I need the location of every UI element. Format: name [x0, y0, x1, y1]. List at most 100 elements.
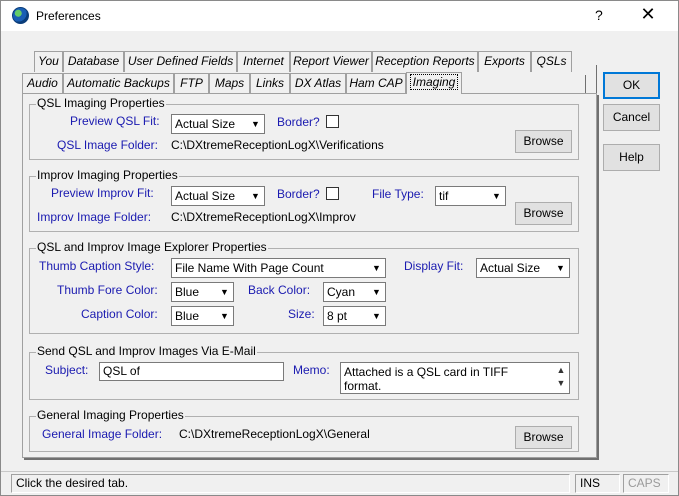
tab-automatic-backups[interactable]: Automatic Backups — [63, 73, 174, 94]
tab-imaging[interactable]: Imaging — [406, 72, 462, 94]
thumb-fore-color-select[interactable]: Blue ▼ — [171, 282, 234, 302]
preview-qsl-fit-select[interactable]: Actual Size ▼ — [171, 114, 265, 134]
chevron-down-icon: ▼ — [369, 260, 384, 276]
chevron-down-icon: ▼ — [553, 260, 568, 276]
tab-database[interactable]: Database — [63, 51, 124, 72]
general-browse-button[interactable]: Browse — [515, 426, 572, 449]
tab-report-viewer[interactable]: Report Viewer — [290, 51, 372, 72]
tab-you[interactable]: You — [34, 51, 63, 72]
qsl-border-checkbox[interactable] — [326, 115, 339, 128]
select-value: tif — [439, 189, 449, 203]
tab-qsls[interactable]: QSLs — [531, 51, 572, 72]
tab-label: Imaging — [409, 74, 459, 90]
improv-image-folder-path: C:\DXtremeReceptionLogX\Improv — [171, 210, 356, 224]
chevron-down-icon: ▼ — [369, 308, 384, 324]
chevron-down-icon: ▼ — [248, 116, 263, 132]
preview-improv-fit-label: Preview Improv Fit: — [51, 186, 154, 200]
subject-input[interactable]: QSL of — [99, 362, 284, 381]
globe-icon — [12, 7, 29, 24]
file-type-label: File Type: — [372, 187, 424, 201]
chevron-up-icon[interactable]: ▲ — [554, 364, 568, 377]
subject-label: Subject: — [45, 363, 89, 377]
select-value: Actual Size — [175, 117, 236, 131]
group-title: Improv Imaging Properties — [36, 168, 179, 182]
tab-label: FTP — [180, 76, 203, 90]
size-label: Size: — [288, 307, 315, 321]
tab-maps[interactable]: Maps — [209, 73, 250, 94]
tab-label: Reception Reports — [375, 54, 475, 68]
size-select[interactable]: 8 pt ▼ — [323, 306, 386, 326]
tab-label: User Defined Fields — [127, 54, 234, 68]
select-value: Blue — [175, 285, 200, 299]
tab-label: Maps — [214, 76, 245, 90]
tab-reception-reports[interactable]: Reception Reports — [372, 51, 478, 72]
window-title: Preferences — [36, 9, 101, 23]
qsl-browse-button[interactable]: Browse — [515, 130, 572, 153]
back-color-select[interactable]: Cyan ▼ — [323, 282, 386, 302]
select-value: Cyan — [327, 285, 356, 299]
caption-color-label: Caption Color: — [81, 307, 158, 321]
tab-label: QSLs — [536, 54, 567, 68]
select-value: Blue — [175, 309, 200, 323]
memo-text: Attached is a QSL card in TIFF format. — [344, 365, 509, 393]
chevron-down-icon: ▼ — [489, 188, 504, 204]
thumb-caption-style-label: Thumb Caption Style: — [39, 259, 155, 273]
improv-browse-button[interactable]: Browse — [515, 202, 572, 225]
group-title: General Imaging Properties — [36, 408, 185, 422]
tab-links[interactable]: Links — [250, 73, 290, 94]
preferences-window: Preferences ? ✕ You Database User Define… — [0, 0, 679, 496]
thumb-fore-color-label: Thumb Fore Color: — [57, 283, 158, 297]
group-title: QSL and Improv Image Explorer Properties — [36, 240, 268, 254]
select-value: 8 pt — [327, 309, 348, 323]
preview-improv-fit-select[interactable]: Actual Size ▼ — [171, 186, 265, 206]
tab-dx-atlas[interactable]: DX Atlas — [290, 73, 346, 94]
help-button[interactable]: Help — [603, 144, 660, 171]
tab-exports[interactable]: Exports — [478, 51, 531, 72]
chevron-down-icon[interactable]: ▼ — [554, 377, 568, 390]
select-value: File Name With Page Count — [175, 261, 324, 275]
memo-textarea[interactable]: Attached is a QSL card in TIFF format. ▲… — [340, 362, 570, 394]
qsl-image-folder-label: QSL Image Folder: — [57, 138, 158, 152]
chevron-down-icon: ▼ — [369, 284, 384, 300]
tab-label: Automatic Backups — [67, 76, 170, 90]
chevron-down-icon: ▼ — [248, 188, 263, 204]
tab-label: DX Atlas — [294, 76, 342, 90]
qsl-image-folder-path: C:\DXtremeReceptionLogX\Verifications — [171, 138, 384, 152]
close-icon[interactable]: ✕ — [638, 4, 658, 25]
display-fit-label: Display Fit: — [404, 259, 464, 273]
qsl-border-label: Border? — [277, 115, 320, 129]
ins-indicator: INS — [575, 474, 620, 493]
chevron-down-icon: ▼ — [217, 308, 232, 324]
ok-button[interactable]: OK — [603, 72, 660, 99]
select-value: Actual Size — [480, 261, 541, 275]
tab-user-defined-fields[interactable]: User Defined Fields — [124, 51, 237, 72]
improv-image-folder-label: Improv Image Folder: — [37, 210, 152, 224]
tab-ftp[interactable]: FTP — [174, 73, 209, 94]
preview-qsl-fit-label: Preview QSL Fit: — [70, 114, 160, 128]
display-fit-select[interactable]: Actual Size ▼ — [476, 258, 570, 278]
file-type-select[interactable]: tif ▼ — [435, 186, 506, 206]
improv-border-checkbox[interactable] — [326, 187, 339, 200]
status-message: Click the desired tab. — [11, 474, 570, 493]
tab-label: Internet — [243, 54, 284, 68]
help-title-button[interactable]: ? — [595, 7, 603, 23]
general-image-folder-path: C:\DXtremeReceptionLogX\General — [179, 427, 370, 441]
tab-audio[interactable]: Audio — [22, 73, 63, 94]
caption-color-select[interactable]: Blue ▼ — [171, 306, 234, 326]
memo-scrollbar[interactable]: ▲ ▼ — [554, 364, 568, 392]
thumb-caption-style-select[interactable]: File Name With Page Count ▼ — [171, 258, 386, 278]
tab-ham-cap[interactable]: Ham CAP — [346, 73, 406, 94]
general-image-folder-label: General Image Folder: — [42, 427, 163, 441]
memo-label: Memo: — [293, 363, 330, 377]
chevron-down-icon: ▼ — [217, 284, 232, 300]
back-color-label: Back Color: — [248, 283, 311, 297]
title-bar: Preferences ? ✕ — [1, 1, 678, 31]
improv-border-label: Border? — [277, 187, 320, 201]
caps-indicator: CAPS — [623, 474, 669, 493]
tab-label: You — [38, 54, 59, 68]
tab-internet[interactable]: Internet — [237, 51, 290, 72]
status-bar: Click the desired tab. INS CAPS — [1, 471, 678, 495]
cancel-button[interactable]: Cancel — [603, 104, 660, 131]
tab-label: Links — [255, 76, 284, 90]
select-value: Actual Size — [175, 189, 236, 203]
